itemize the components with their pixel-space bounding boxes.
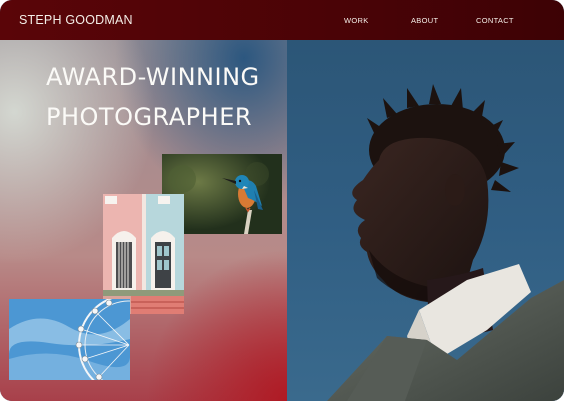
brand-logo-link[interactable]: STEPH GOODMAN	[19, 13, 133, 27]
building-illustration	[103, 194, 184, 314]
pastel-building-photo[interactable]	[103, 194, 184, 314]
ferris-wheel-photo[interactable]	[9, 299, 130, 380]
top-navigation-bar: STEPH GOODMAN WORK ABOUT CONTACT	[0, 0, 564, 40]
headline-line-1: AWARD-WINNING	[46, 63, 260, 91]
hero-headline: AWARD-WINNING PHOTOGRAPHER	[46, 57, 276, 137]
headline-line-2: PHOTOGRAPHER	[46, 103, 253, 131]
nav-link-about[interactable]: ABOUT	[411, 16, 438, 25]
page-frame: STEPH GOODMAN WORK ABOUT CONTACT AWARD-W…	[0, 0, 564, 401]
nav-link-work[interactable]: WORK	[344, 16, 369, 25]
portrait-illustration	[327, 84, 564, 401]
hero-portrait-photo	[287, 40, 564, 401]
nav-link-contact[interactable]: CONTACT	[476, 16, 514, 25]
ferris-wheel-illustration	[9, 299, 130, 380]
